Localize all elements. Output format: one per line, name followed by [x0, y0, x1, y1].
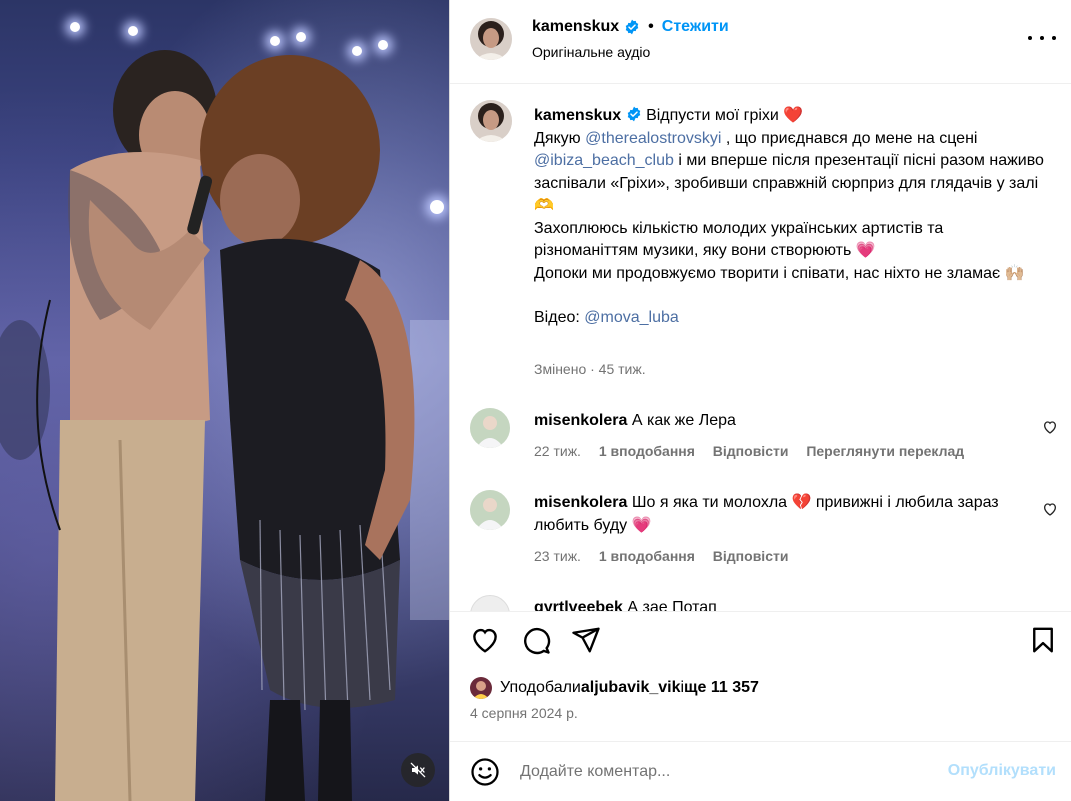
comment-like-heart-icon[interactable]: [1042, 419, 1058, 435]
comment-body: А как же Лера: [631, 412, 736, 429]
post-actions: Уподобали aljubavik_vik і ще 11 357 4 се…: [450, 611, 1071, 741]
mention-link[interactable]: @mova_luba: [584, 309, 679, 326]
video-credit-label: Відео:: [534, 309, 585, 326]
comment-time[interactable]: 22 тиж.: [534, 443, 581, 459]
caption-text-continue: Допоки ми продовжуємо творити і співати,…: [534, 264, 1025, 282]
post-video[interactable]: [0, 0, 449, 801]
emoji-icon[interactable]: [470, 757, 500, 787]
caption-video-credit: Відео: @mova_luba: [534, 307, 1044, 330]
comment-likes-count[interactable]: 1 вподобання: [599, 548, 695, 564]
post-date[interactable]: 4 серпня 2024 р.: [470, 705, 578, 721]
reply-button[interactable]: Відповісти: [713, 443, 789, 459]
caption-text-thanks: Дякую: [534, 129, 586, 147]
follow-button[interactable]: Стежити: [662, 18, 729, 36]
caption-title: Відпусти мої гріхи ❤️: [646, 107, 804, 124]
reply-button[interactable]: Відповісти: [713, 548, 789, 564]
comments-list[interactable]: kamenskux Відпусти мої гріхи ❤️ Дякую @t…: [450, 85, 1071, 611]
likes-prefix: Уподобали: [500, 679, 581, 696]
comment-input[interactable]: [520, 757, 940, 787]
likes-summary: Уподобали aljubavik_vik і ще 11 357: [470, 677, 759, 699]
author-row: kamenskux • Стежити: [532, 18, 729, 36]
separator-dot: •: [648, 18, 654, 35]
comment-text-3: gyrtlveebek А зае Потап: [534, 597, 1004, 611]
comment-meta-1: 22 тиж. 1 вподобання Відповісти Переглян…: [534, 443, 964, 459]
caption-username[interactable]: kamenskux: [534, 107, 621, 124]
send-icon[interactable]: [571, 625, 601, 655]
see-translation-button[interactable]: Переглянути переклад: [806, 443, 964, 459]
post-caption: kamenskux Відпусти мої гріхи ❤️ Дякую @t…: [534, 105, 1044, 330]
comment-text-1: misenkolera А как же Лера: [534, 410, 1004, 433]
more-dot-icon: [1040, 36, 1044, 40]
caption-author-avatar[interactable]: [470, 100, 512, 142]
comment-text-2: misenkolera Шо я яка ти молохла 💔 привиж…: [534, 492, 1004, 537]
post-header: kamenskux • Стежити Оригінальне аудіо: [450, 0, 1071, 84]
verified-badge-icon: [627, 106, 640, 122]
post-details-panel: kamenskux • Стежити Оригінальне аудіо ka…: [449, 0, 1071, 801]
commenter-avatar[interactable]: [470, 408, 510, 448]
bookmark-icon[interactable]: [1028, 625, 1058, 655]
liker-avatar[interactable]: [470, 677, 492, 699]
performers-illustration: [0, 50, 449, 801]
caption-first-line: kamenskux Відпусти мої гріхи ❤️: [534, 105, 1044, 128]
caption-text-joined: , що приєднався до мене на сцені: [721, 129, 978, 147]
likes-count[interactable]: ще 11 357: [684, 679, 759, 697]
mention-link[interactable]: @ibiza_beach_club: [534, 152, 674, 169]
instagram-post-modal: kamenskux • Стежити Оригінальне аудіо ka…: [0, 0, 1071, 801]
audio-link[interactable]: Оригінальне аудіо: [532, 44, 650, 60]
author-username[interactable]: kamenskux: [532, 18, 619, 36]
comment-body: А зае Потап: [627, 599, 717, 611]
liker-username[interactable]: aljubavik_vik: [581, 679, 681, 697]
author-avatar[interactable]: [470, 18, 512, 60]
speaker-muted-icon: [410, 762, 426, 778]
comment-likes-count[interactable]: 1 вподобання: [599, 443, 695, 459]
caption-time[interactable]: · 45 тиж.: [586, 361, 646, 377]
verified-badge-icon: [625, 19, 639, 35]
comment-icon[interactable]: [521, 625, 551, 655]
comment-meta-2: 23 тиж. 1 вподобання Відповісти: [534, 548, 788, 564]
comment-time[interactable]: 23 тиж.: [534, 548, 581, 564]
comment-username[interactable]: gyrtlveebek: [534, 599, 623, 611]
mention-link[interactable]: @therealostrovskyi: [585, 130, 721, 147]
comment-like-heart-icon[interactable]: [1042, 501, 1058, 517]
caption-text-admire: Захоплююсь кількістю молодих українських…: [534, 219, 944, 260]
commenter-avatar[interactable]: [470, 490, 510, 530]
publish-button[interactable]: Опублікувати: [948, 762, 1056, 780]
heart-icon[interactable]: [470, 625, 500, 655]
mute-button[interactable]: [401, 753, 435, 787]
comment-username[interactable]: misenkolera: [534, 412, 627, 429]
more-dot-icon: [1028, 36, 1032, 40]
commenter-avatar[interactable]: [470, 595, 510, 611]
more-options-button[interactable]: [1028, 28, 1056, 48]
caption-meta: Змінено · 45 тиж.: [534, 361, 646, 377]
edited-label: Змінено: [534, 361, 587, 377]
add-comment-bar: Опублікувати: [450, 741, 1071, 801]
comment-username[interactable]: misenkolera: [534, 494, 627, 511]
more-dot-icon: [1052, 36, 1056, 40]
